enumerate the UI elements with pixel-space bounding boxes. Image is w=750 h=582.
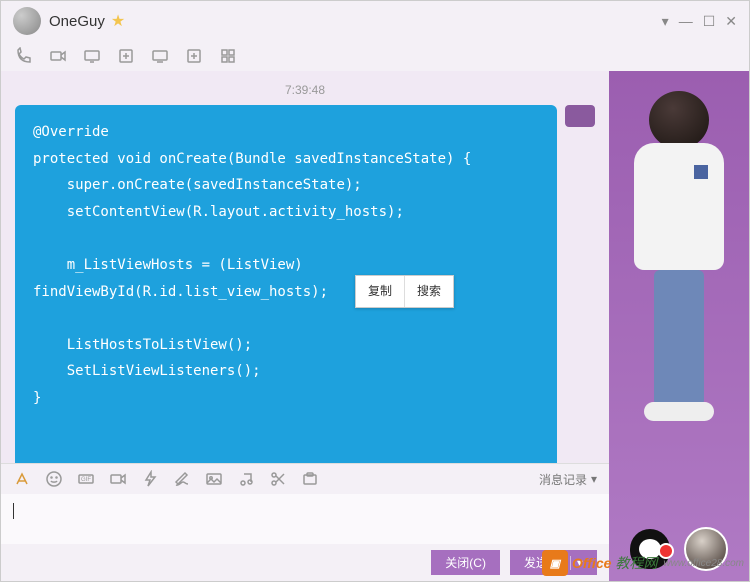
video-clip-icon[interactable] bbox=[109, 470, 127, 488]
call-toolbar bbox=[1, 41, 749, 71]
message-area: 7:39:48 @Override protected void onCreat… bbox=[1, 71, 609, 463]
message-row: @Override protected void onCreate(Bundle… bbox=[15, 105, 595, 463]
dropdown-icon[interactable]: ▾ bbox=[662, 13, 669, 30]
voice-call-icon[interactable] bbox=[15, 47, 33, 65]
titlebar: OneGuy ★ ▾ — ☐ ✕ bbox=[1, 1, 749, 41]
bottom-bar: 关闭(C) 发送(S) ▾ bbox=[1, 544, 609, 581]
context-menu: 复制 搜索 bbox=[355, 275, 454, 308]
message-history-link[interactable]: 消息记录 ▾ bbox=[539, 471, 597, 488]
flash-icon[interactable] bbox=[141, 470, 159, 488]
music-icon[interactable] bbox=[237, 470, 255, 488]
video-call-icon[interactable] bbox=[49, 47, 67, 65]
qq-penguin-icon[interactable] bbox=[630, 529, 670, 569]
code-text: @Override protected void onCreate(Bundle… bbox=[33, 124, 471, 406]
close-button[interactable]: 关闭(C) bbox=[431, 550, 500, 575]
remote-control-icon[interactable] bbox=[117, 47, 135, 65]
self-avatar[interactable] bbox=[684, 527, 728, 571]
minimize-icon[interactable]: — bbox=[679, 13, 693, 30]
input-toolbar: GIF 消息记录 ▾ bbox=[1, 463, 609, 494]
side-panel bbox=[609, 71, 749, 581]
message-input[interactable] bbox=[1, 494, 609, 544]
svg-text:GIF: GIF bbox=[81, 477, 91, 483]
chevron-down-icon: ▾ bbox=[591, 472, 597, 486]
emoji-icon[interactable] bbox=[45, 470, 63, 488]
send-button[interactable]: 发送(S) ▾ bbox=[510, 550, 597, 575]
star-icon[interactable]: ★ bbox=[111, 11, 125, 31]
message-timestamp: 7:39:48 bbox=[15, 83, 595, 97]
gif-icon[interactable]: GIF bbox=[77, 470, 95, 488]
chevron-down-icon: ▾ bbox=[570, 556, 583, 570]
close-button-label: 关闭(C) bbox=[445, 554, 486, 571]
history-label: 消息记录 bbox=[539, 471, 587, 488]
image-icon[interactable] bbox=[205, 470, 223, 488]
font-icon[interactable] bbox=[13, 470, 31, 488]
display-icon[interactable] bbox=[151, 47, 169, 65]
send-button-label: 发送(S) bbox=[524, 554, 564, 571]
sender-avatar-icon[interactable] bbox=[565, 105, 595, 127]
apps-icon[interactable] bbox=[219, 47, 237, 65]
draw-icon[interactable] bbox=[173, 470, 191, 488]
scissors-icon[interactable] bbox=[269, 470, 287, 488]
search-menu-item[interactable]: 搜索 bbox=[405, 276, 453, 307]
contact-figure[interactable] bbox=[624, 91, 734, 421]
copy-menu-item[interactable]: 复制 bbox=[356, 276, 405, 307]
maximize-icon[interactable]: ☐ bbox=[703, 13, 716, 30]
close-icon[interactable]: ✕ bbox=[725, 13, 737, 30]
screen-share-icon[interactable] bbox=[83, 47, 101, 65]
window-controls: ▾ — ☐ ✕ bbox=[662, 13, 737, 30]
screenshot-icon[interactable] bbox=[301, 470, 319, 488]
contact-name: OneGuy bbox=[49, 13, 105, 30]
add-app-icon[interactable] bbox=[185, 47, 203, 65]
contact-avatar[interactable] bbox=[13, 7, 41, 35]
code-message-bubble[interactable]: @Override protected void onCreate(Bundle… bbox=[15, 105, 557, 463]
